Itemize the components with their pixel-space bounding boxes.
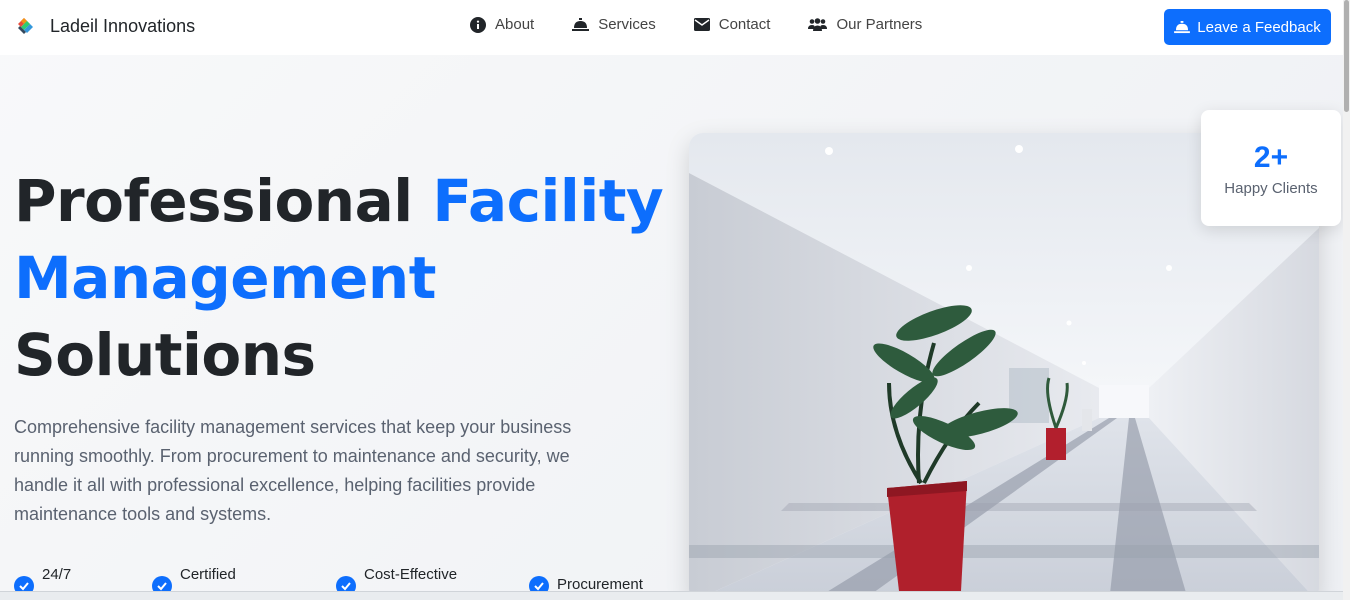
brand-name: Ladeil Innovations — [50, 15, 196, 36]
hero-title: Professional Facility Management Solutio… — [14, 163, 664, 394]
nav-item-label: Our Partners — [836, 16, 923, 33]
users-icon — [808, 17, 828, 31]
feedback-label: Leave a Feedback — [1197, 18, 1321, 36]
hero-title-accent1: Facility — [432, 167, 664, 235]
service-bell-icon — [572, 17, 590, 31]
scrollbar-thumb[interactable] — [1344, 0, 1349, 112]
nav-item-contact[interactable]: Contact — [693, 16, 771, 33]
nav-links: About Services Contact Our Partners — [470, 16, 960, 33]
service-bell-icon — [1174, 20, 1191, 33]
hero-description: Comprehensive facility management servic… — [14, 417, 572, 524]
nav-item-services[interactable]: Services — [572, 16, 656, 33]
hero-title-part1: Professional — [14, 167, 433, 235]
nav-item-label: Services — [598, 16, 656, 33]
nav-item-partners[interactable]: Our Partners — [808, 16, 922, 33]
nav-item-label: About — [495, 16, 535, 33]
bottom-edge — [0, 591, 1343, 600]
brand-logo-icon — [18, 18, 33, 34]
stat-value: 2+ — [1253, 140, 1289, 174]
feature-label: Certified — [180, 566, 236, 583]
nav-item-about[interactable]: About — [470, 16, 534, 33]
hero-title-accent2: Management — [14, 244, 436, 312]
happy-clients-card: 2+ Happy Clients — [1201, 110, 1341, 226]
vertical-scrollbar[interactable] — [1343, 0, 1350, 600]
nav-item-label: Contact — [718, 16, 771, 33]
navbar: Ladeil Innovations About Services Contac… — [0, 0, 1343, 55]
hero-title-part2: Solutions — [14, 321, 316, 389]
feature-label: Cost-Effective — [364, 566, 458, 583]
stat-label: Happy Clients — [1224, 179, 1318, 197]
info-circle-icon — [470, 16, 486, 33]
envelope-icon — [693, 18, 710, 31]
leave-feedback-button[interactable]: Leave a Feedback — [1164, 9, 1331, 45]
brand[interactable]: Ladeil Innovations — [14, 14, 195, 38]
feature-label: 24/7 — [42, 566, 72, 583]
